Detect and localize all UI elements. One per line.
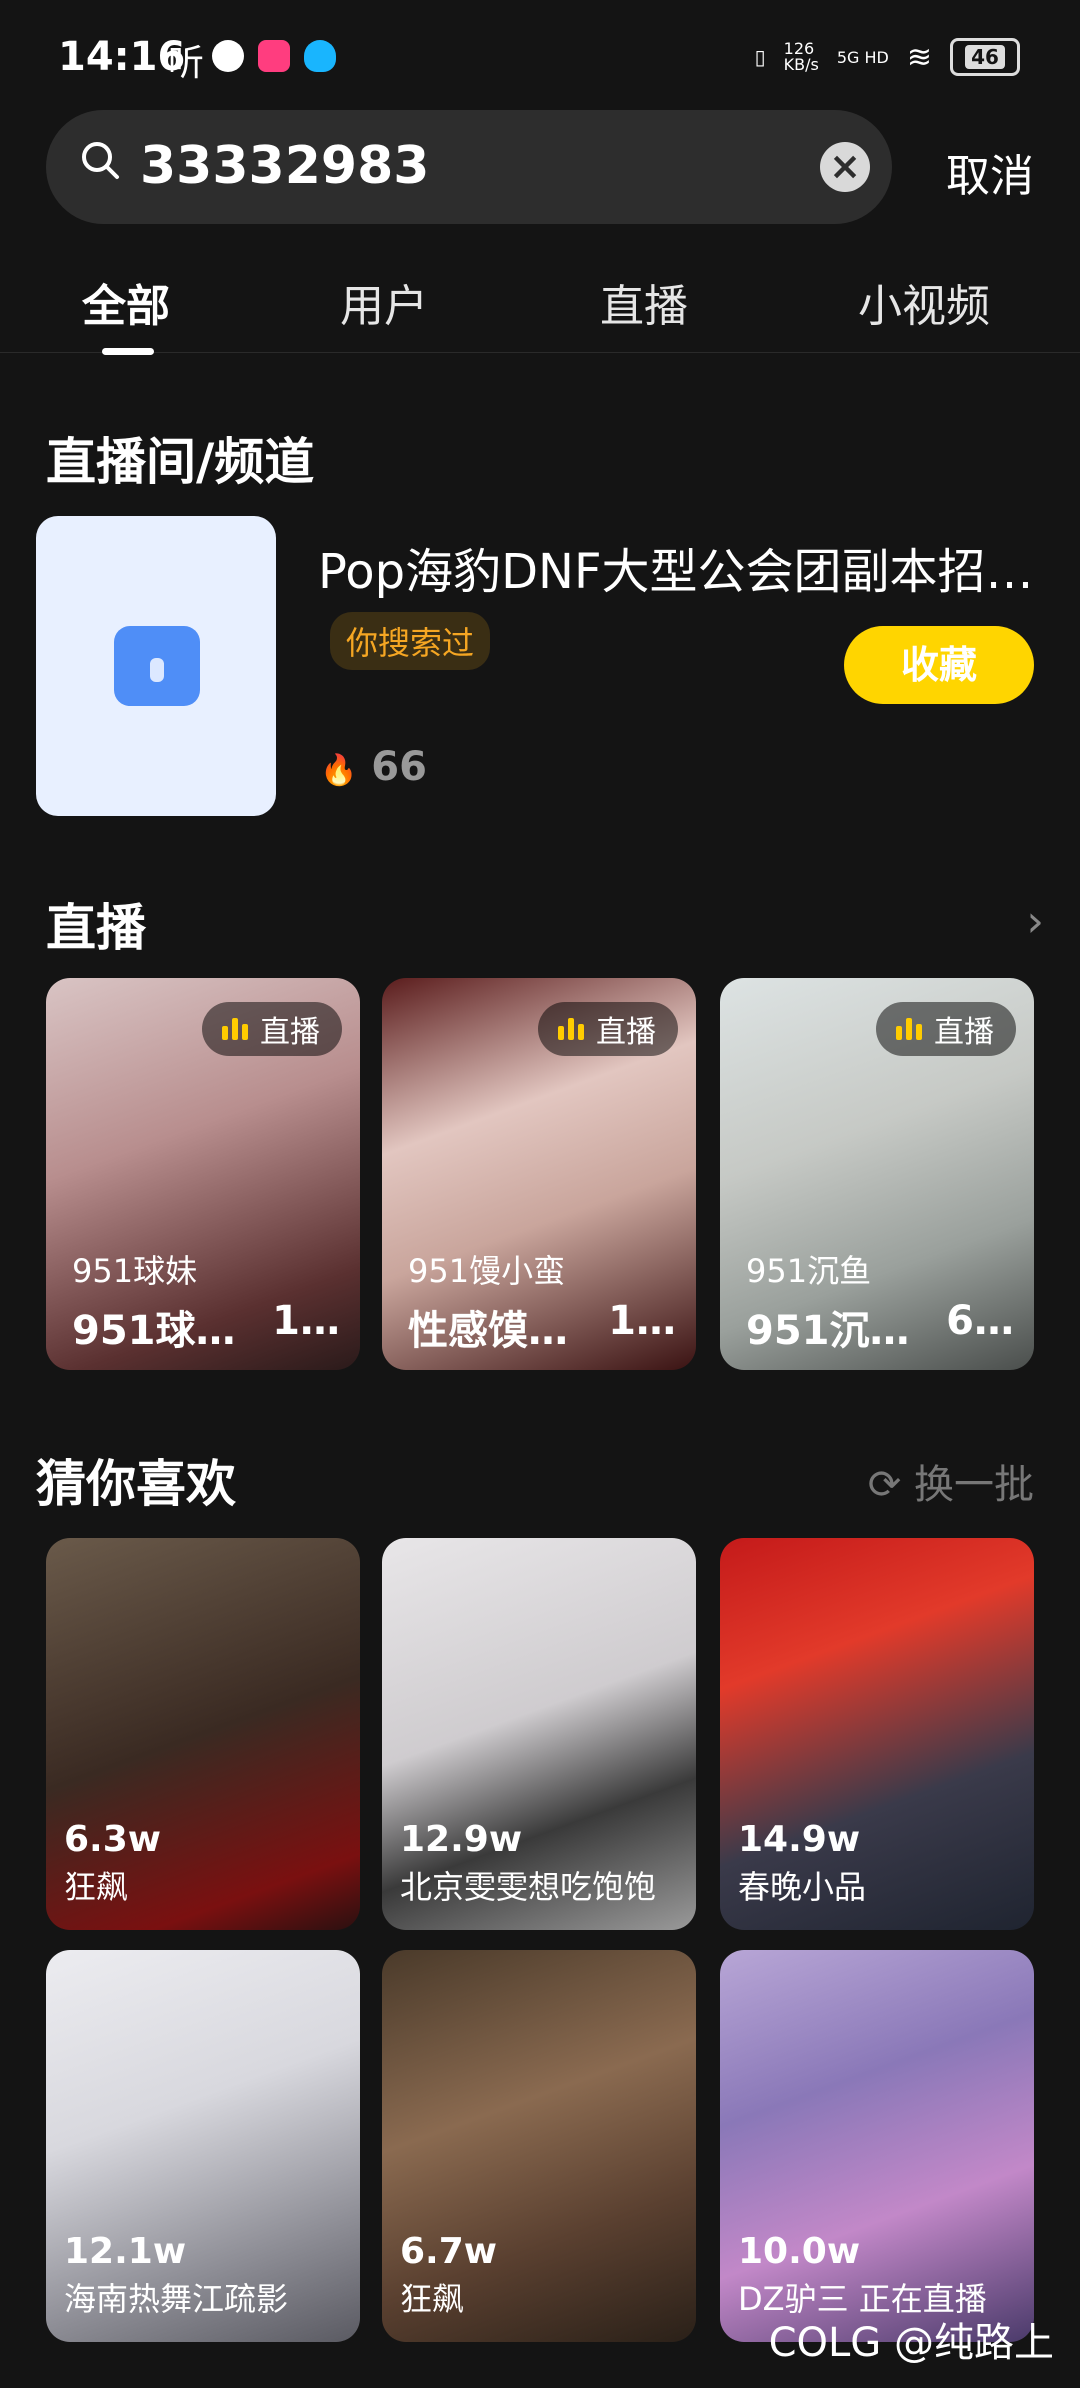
qq-icon xyxy=(304,40,336,72)
live-info-row: 性感馍… 1… xyxy=(408,1298,676,1356)
live-badge-label: 直播 xyxy=(934,1015,994,1050)
clock: 14:16 xyxy=(58,34,186,80)
stream-title: 951沉… xyxy=(746,1308,910,1354)
live-card[interactable]: 直播 951球妹 951球… 1… xyxy=(46,978,360,1370)
heat-value: 66 xyxy=(371,744,427,790)
streamer-name: 951沉鱼 xyxy=(746,1252,872,1290)
video-card[interactable]: 12.9w 北京雯雯想吃饱饱 xyxy=(382,1538,696,1930)
video-title: 狂飙 xyxy=(64,1868,129,1906)
net-speed: 126 KB/s xyxy=(783,39,819,74)
stream-title: 性感馍… xyxy=(408,1308,568,1354)
video-title: 狂飙 xyxy=(400,2280,465,2318)
play-count: 6.3w xyxy=(64,1819,162,1860)
app-icon-2 xyxy=(258,40,290,72)
vibrate-icon: ▯ xyxy=(754,45,766,69)
watermark: COLG @纯路上 xyxy=(768,2320,1054,2366)
video-card[interactable]: 6.3w 狂飙 xyxy=(46,1538,360,1930)
viewer-count: 1… xyxy=(608,1298,676,1344)
stream-title: 951球… xyxy=(72,1308,236,1354)
cancel-button[interactable]: 取消 xyxy=(946,140,1034,204)
live-section-title: 直播 xyxy=(46,899,146,957)
channel-icon xyxy=(114,626,200,706)
flame-icon: 🔥 xyxy=(320,753,358,788)
tab-short-video[interactable]: 小视频 xyxy=(858,270,990,334)
tab-bar: 全部 用户 直播 小视频 xyxy=(0,240,1080,353)
searched-badge: 你搜索过 xyxy=(330,612,491,670)
battery-icon: 46 xyxy=(950,38,1020,76)
status-bar: 14:16 听 ▯ 126 KB/s 5G HD ≋ 46 xyxy=(0,0,1080,110)
live-badge-label: 直播 xyxy=(260,1015,320,1050)
app-icon-1 xyxy=(212,40,244,72)
video-card[interactable]: 10.0w DZ驴三 正在直播 xyxy=(720,1950,1034,2342)
wifi-icon: ≋ xyxy=(906,39,932,75)
tab-all[interactable]: 全部 xyxy=(82,270,170,334)
battery-level: 46 xyxy=(965,45,1005,69)
play-count: 12.9w xyxy=(400,1819,523,1860)
streamer-name: 951球妹 xyxy=(72,1252,198,1290)
tab-indicator xyxy=(102,348,154,355)
video-card[interactable]: 12.1w 海南热舞江疏影 xyxy=(46,1950,360,2342)
search-bar[interactable]: 33332983 × xyxy=(46,110,892,224)
refresh-button[interactable]: ⟳ 换一批 xyxy=(868,1452,1034,1510)
live-badge: 直播 xyxy=(202,1002,342,1056)
search-icon xyxy=(82,142,119,179)
tab-users[interactable]: 用户 xyxy=(340,270,428,334)
chevron-right-icon[interactable]: › xyxy=(1026,896,1044,947)
channel-thumbnail[interactable] xyxy=(36,516,276,816)
ting-indicator: 听 xyxy=(168,43,205,84)
live-badge-label: 直播 xyxy=(596,1015,656,1050)
video-card[interactable]: 14.9w 春晚小品 xyxy=(720,1538,1034,1930)
favorite-button[interactable]: 收藏 xyxy=(844,626,1034,704)
channel-section-title: 直播间/频道 xyxy=(46,433,315,491)
play-count: 10.0w xyxy=(738,2231,861,2272)
signal-label: 5G HD xyxy=(836,47,889,67)
live-card[interactable]: 直播 951馒小蛮 性感馍… 1… xyxy=(382,978,696,1370)
search-input[interactable]: 33332983 xyxy=(140,136,429,196)
refresh-label: 换一批 xyxy=(914,1462,1034,1508)
live-info-row: 951球… 1… xyxy=(72,1298,340,1356)
refresh-icon: ⟳ xyxy=(867,1462,902,1508)
live-bars-icon xyxy=(896,1018,924,1040)
video-title: 春晚小品 xyxy=(738,1868,867,1906)
rec-section-title: 猜你喜欢 xyxy=(36,1455,236,1513)
viewer-count: 1… xyxy=(272,1298,340,1344)
live-bars-icon xyxy=(222,1018,250,1040)
video-title: 北京雯雯想吃饱饱 xyxy=(400,1868,657,1906)
viewer-count: 6… xyxy=(946,1298,1014,1344)
live-card[interactable]: 直播 951沉鱼 951沉… 6… xyxy=(720,978,1034,1370)
video-card[interactable]: 6.7w 狂飙 xyxy=(382,1950,696,2342)
play-count: 14.9w xyxy=(738,1819,861,1860)
play-count: 6.7w xyxy=(400,2231,498,2272)
play-count: 12.1w xyxy=(64,2231,187,2272)
heat-count: 🔥 66 xyxy=(320,744,427,790)
tab-live[interactable]: 直播 xyxy=(600,270,688,334)
channel-name[interactable]: Pop海豹DNF大型公会团副本招… xyxy=(318,532,1078,602)
streamer-name: 951馒小蛮 xyxy=(408,1252,566,1290)
live-badge: 直播 xyxy=(876,1002,1016,1056)
video-title: 海南热舞江疏影 xyxy=(64,2280,289,2318)
clear-icon[interactable]: × xyxy=(820,142,870,192)
live-badge: 直播 xyxy=(538,1002,678,1056)
live-bars-icon xyxy=(558,1018,586,1040)
live-info-row: 951沉… 6… xyxy=(746,1298,1014,1356)
status-right: ▯ 126 KB/s 5G HD ≋ 46 xyxy=(755,38,1020,76)
